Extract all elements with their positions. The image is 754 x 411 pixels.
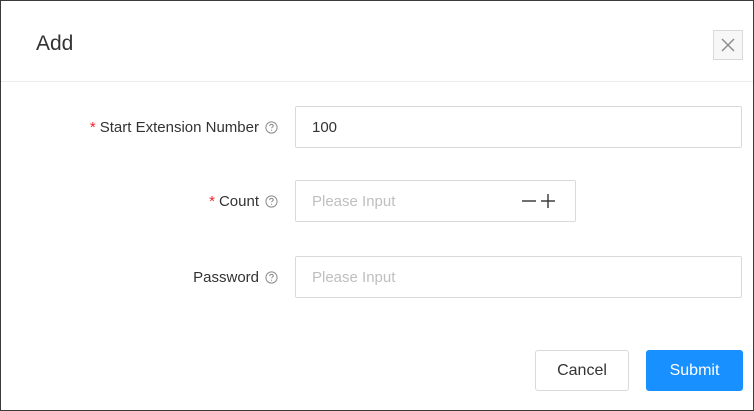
minus-icon (522, 200, 536, 202)
question-circle-icon[interactable] (265, 194, 278, 208)
plus-icon (541, 194, 555, 208)
start-extension-input[interactable] (295, 106, 742, 148)
count-input[interactable] (296, 181, 496, 221)
cancel-button[interactable]: Cancel (535, 350, 629, 391)
question-circle-icon[interactable] (265, 270, 278, 284)
count-label: * Count (209, 180, 278, 222)
password-row: Password (1, 256, 753, 298)
required-mark: * (89, 118, 96, 136)
count-stepper (295, 180, 576, 222)
close-button[interactable] (713, 30, 743, 60)
submit-button[interactable]: Submit (646, 350, 743, 391)
header-divider (1, 81, 753, 82)
required-mark: * (209, 192, 215, 210)
dialog-title: Add (36, 32, 74, 55)
password-input[interactable] (295, 256, 742, 298)
count-label-text: Count (218, 192, 259, 210)
password-label-text: Password (193, 268, 259, 286)
password-label: Password (193, 256, 278, 298)
start-extension-label-text: Start Extension Number (99, 118, 259, 136)
question-circle-icon[interactable] (265, 120, 278, 134)
start-extension-label: * Start Extension Number (90, 106, 278, 148)
add-dialog: Add * Start Extension Number * Count (0, 0, 754, 411)
start-extension-row: * Start Extension Number (1, 106, 753, 148)
count-row: * Count (1, 180, 753, 222)
close-icon (721, 38, 735, 52)
increment-button[interactable] (539, 192, 557, 210)
decrement-button[interactable] (520, 192, 538, 210)
